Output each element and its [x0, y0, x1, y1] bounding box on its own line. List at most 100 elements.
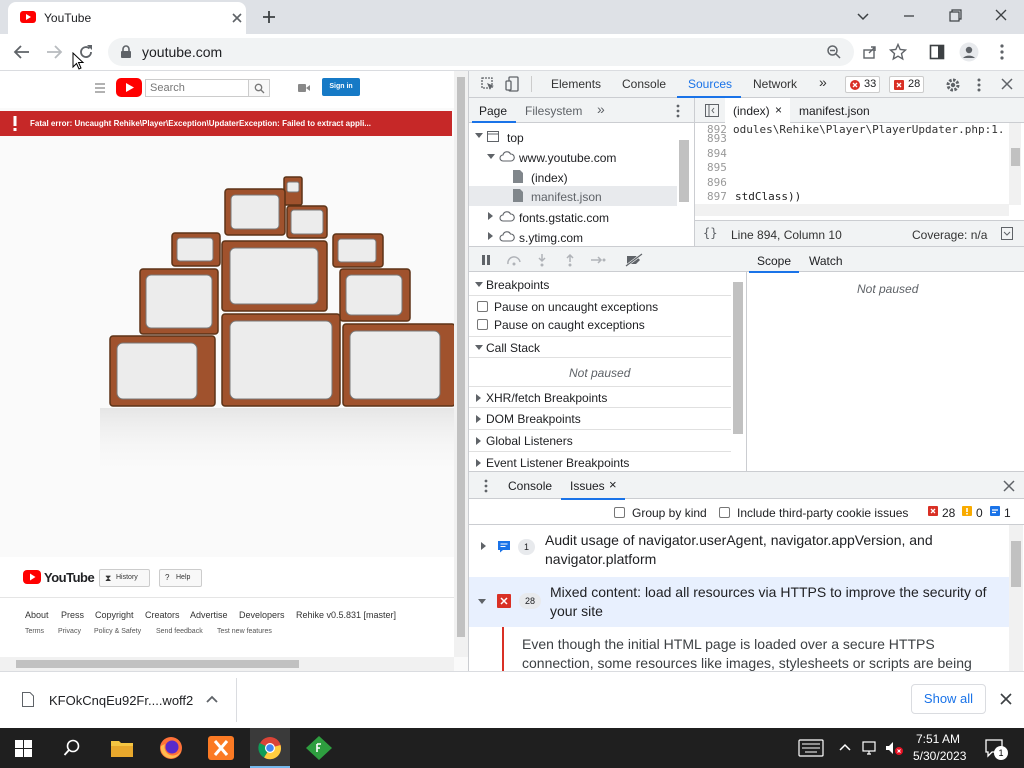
- share-icon[interactable]: [862, 44, 878, 60]
- pause-uncaught-checkbox[interactable]: [477, 301, 488, 312]
- issue-count-badge[interactable]: 28: [889, 76, 925, 93]
- windows-start-icon[interactable]: [15, 740, 32, 757]
- close-window-icon[interactable]: [990, 6, 1012, 26]
- tab-scope[interactable]: Scope: [757, 254, 791, 268]
- address-bar[interactable]: youtube.com: [108, 38, 854, 66]
- settings-gear-icon[interactable]: [945, 77, 961, 93]
- footer-link-terms[interactable]: Terms: [25, 628, 44, 635]
- footer-link-privacy[interactable]: Privacy: [58, 628, 81, 635]
- call-stack-section-header[interactable]: Call Stack: [469, 336, 731, 358]
- tab-network[interactable]: Network: [753, 77, 797, 91]
- pause-icon[interactable]: [481, 255, 491, 265]
- tree-expand-top[interactable]: [475, 133, 483, 138]
- footer-youtube-logo-icon[interactable]: [23, 570, 41, 584]
- history-button[interactable]: ⧗ History: [99, 569, 150, 587]
- toggle-navigator-icon[interactable]: [705, 104, 719, 117]
- close-drawer-icon[interactable]: [1003, 480, 1015, 492]
- page-horizontal-scrollbar[interactable]: [0, 657, 454, 671]
- tree-item-manifest[interactable]: manifest.json: [531, 190, 602, 204]
- footer-link-developers[interactable]: Developers: [239, 610, 285, 620]
- toggle-debugger-icon[interactable]: [1001, 227, 1013, 240]
- page-vertical-scrollbar[interactable]: [454, 71, 468, 657]
- xhr-breakpoints-header[interactable]: XHR/fetch Breakpoints: [469, 386, 731, 408]
- step-over-icon[interactable]: [506, 254, 522, 266]
- taskbar-chrome-active[interactable]: [250, 728, 290, 768]
- footer-link-press[interactable]: Press: [61, 610, 84, 620]
- bookmark-star-icon[interactable]: [889, 43, 907, 61]
- editor-tab-manifest[interactable]: manifest.json: [799, 104, 870, 118]
- issues-scrollbar[interactable]: [1009, 525, 1023, 671]
- tree-expand-ytimg[interactable]: [488, 232, 493, 240]
- youtube-logo-icon[interactable]: [116, 78, 142, 97]
- tab-console[interactable]: Console: [622, 77, 666, 91]
- footer-link-test-features[interactable]: Test new features: [217, 628, 272, 635]
- close-devtools-icon[interactable]: [1001, 78, 1013, 90]
- pretty-print-icon[interactable]: {}: [703, 226, 717, 240]
- editor-vertical-scrollbar[interactable]: [1009, 123, 1021, 205]
- keyboard-icon[interactable]: [798, 739, 824, 757]
- footer-link-copyright[interactable]: Copyright: [95, 610, 134, 620]
- footer-link-about[interactable]: About: [25, 610, 49, 620]
- new-tab-icon[interactable]: [260, 8, 278, 26]
- dom-breakpoints-header[interactable]: DOM Breakpoints: [469, 408, 731, 430]
- device-toolbar-icon[interactable]: [505, 76, 519, 92]
- taskbar-time[interactable]: 7:51 AM: [916, 732, 960, 746]
- tree-expand-fonts[interactable]: [488, 212, 493, 220]
- restore-icon[interactable]: [944, 6, 966, 26]
- close-shelf-icon[interactable]: [1000, 693, 1012, 705]
- step-icon[interactable]: [590, 255, 606, 265]
- file-explorer-icon[interactable]: [110, 738, 134, 758]
- inspect-element-icon[interactable]: [481, 77, 495, 91]
- footer-link-creators[interactable]: Creators: [145, 610, 180, 620]
- pause-caught-checkbox[interactable]: [477, 319, 488, 330]
- chevron-up-icon[interactable]: [206, 695, 218, 703]
- footer-link-policy[interactable]: Policy & Safety: [94, 628, 141, 635]
- tab-search-icon[interactable]: [852, 6, 874, 26]
- taskbar-date[interactable]: 5/30/2023: [913, 749, 966, 763]
- drawer-tab-issues[interactable]: Issues: [570, 479, 605, 493]
- issue-row[interactable]: 1 Audit usage of navigator.userAgent, na…: [469, 525, 1009, 575]
- horizontal-scroll-thumb[interactable]: [16, 660, 299, 668]
- step-into-icon[interactable]: [536, 253, 548, 267]
- search-input[interactable]: Search: [145, 79, 249, 97]
- step-out-icon[interactable]: [564, 253, 576, 267]
- more-tabs-chevron-icon[interactable]: »: [819, 74, 827, 90]
- devtools-menu-icon[interactable]: [975, 77, 983, 93]
- sign-in-button[interactable]: Sign in: [322, 78, 360, 96]
- search-button[interactable]: [248, 79, 270, 97]
- side-panel-icon[interactable]: [929, 44, 945, 60]
- include-third-party-checkbox[interactable]: [719, 507, 730, 518]
- url-text[interactable]: youtube.com: [142, 44, 222, 60]
- vertical-scroll-thumb[interactable]: [457, 77, 465, 637]
- lock-icon[interactable]: [120, 45, 132, 59]
- show-all-button[interactable]: Show all: [911, 684, 986, 714]
- tab-sources[interactable]: Sources: [688, 77, 732, 91]
- breakpoints-section-header[interactable]: Breakpoints: [469, 274, 731, 296]
- group-by-kind-checkbox[interactable]: [614, 507, 625, 518]
- tab-elements[interactable]: Elements: [551, 77, 601, 91]
- navigator-scroll-thumb[interactable]: [679, 140, 689, 202]
- editor-horizontal-scrollbar[interactable]: [695, 204, 1009, 216]
- footer-link-advertise[interactable]: Advertise: [190, 610, 228, 620]
- issues-scroll-thumb[interactable]: [1011, 541, 1021, 587]
- forward-icon[interactable]: [44, 43, 64, 61]
- firefox-icon[interactable]: [159, 736, 183, 760]
- tree-item-fonts-domain[interactable]: fonts.gstatic.com: [519, 211, 609, 225]
- browser-tab[interactable]: YouTube: [8, 2, 246, 34]
- editor-scroll-thumb[interactable]: [1011, 148, 1020, 166]
- network-icon[interactable]: [861, 740, 881, 756]
- close-tab-icon[interactable]: [230, 11, 244, 25]
- navigator-menu-icon[interactable]: [675, 103, 681, 119]
- tree-expand-youtube[interactable]: [487, 154, 495, 159]
- close-editor-tab-icon[interactable]: ×: [775, 103, 782, 117]
- navigator-more-chevron-icon[interactable]: »: [597, 101, 605, 117]
- chrome-menu-icon[interactable]: [995, 43, 1009, 61]
- help-button[interactable]: ? Help: [159, 569, 202, 587]
- profile-avatar-icon[interactable]: [959, 42, 979, 62]
- footer-link-rehike[interactable]: Rehike v0.5.831 [master]: [296, 610, 396, 620]
- footer-link-feedback[interactable]: Send feedback: [156, 628, 203, 635]
- zoom-icon[interactable]: [826, 44, 842, 60]
- error-count-badge[interactable]: 33: [845, 76, 881, 93]
- search-icon[interactable]: [63, 739, 81, 757]
- drawer-tab-console[interactable]: Console: [508, 479, 552, 493]
